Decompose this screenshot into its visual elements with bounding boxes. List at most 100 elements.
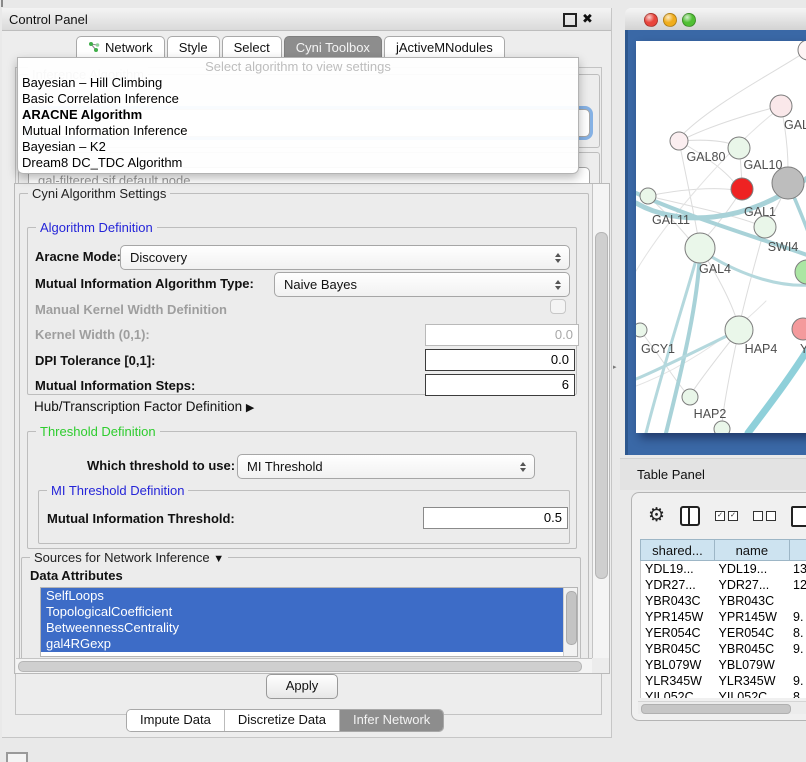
algorithm-option[interactable]: Bayesian – K2 bbox=[18, 139, 578, 155]
settings-vertical-scrollbar[interactable] bbox=[592, 184, 609, 658]
node-label: Y bbox=[800, 342, 806, 356]
algorithm-option[interactable]: Mutual Information Inference bbox=[18, 123, 578, 139]
apply-button[interactable]: Apply bbox=[266, 674, 338, 699]
table-cell: YIL052C bbox=[641, 689, 715, 698]
tab-select[interactable]: Select bbox=[222, 36, 282, 57]
list-scrollbar[interactable] bbox=[563, 588, 577, 656]
table-row[interactable]: YDR27...YDR27...12 bbox=[641, 577, 806, 593]
settings-horizontal-scrollbar-thumb[interactable] bbox=[18, 661, 582, 672]
close-traffic-light-icon[interactable] bbox=[644, 13, 658, 27]
mi-threshold-group: MI Threshold Definition Mutual Informati… bbox=[38, 490, 570, 544]
network-node-gal4[interactable] bbox=[685, 233, 715, 263]
network-node[interactable] bbox=[714, 421, 730, 433]
table-row[interactable]: YBR043CYBR043C bbox=[641, 593, 806, 609]
data-attribute-item[interactable]: TopologicalCoefficient bbox=[41, 604, 563, 620]
split-columns-icon[interactable] bbox=[680, 506, 700, 526]
list-scrollbar-thumb[interactable] bbox=[566, 591, 577, 645]
node-label: GAL4 bbox=[699, 262, 731, 276]
data-attribute-item[interactable]: BetweennessCentrality bbox=[41, 620, 563, 636]
table-cell: YDR27... bbox=[641, 577, 715, 593]
mi-threshold-input[interactable]: 0.5 bbox=[423, 507, 568, 529]
tab-style[interactable]: Style bbox=[167, 36, 220, 57]
tab-network[interactable]: Network bbox=[76, 36, 165, 57]
mi-algorithm-type-combobox[interactable]: Naive Bayes bbox=[274, 272, 570, 297]
network-node[interactable] bbox=[772, 167, 804, 199]
tab-discretize-data[interactable]: Discretize Data bbox=[225, 710, 340, 731]
mi-steps-input[interactable]: 6 bbox=[425, 374, 575, 396]
network-node[interactable] bbox=[795, 260, 806, 284]
table-row[interactable]: YIL052CYIL052C8 bbox=[641, 689, 806, 698]
table-row[interactable]: YPR145WYPR145W9. bbox=[641, 609, 806, 625]
document-icon[interactable] bbox=[791, 506, 806, 527]
tab-impute-data[interactable]: Impute Data bbox=[127, 710, 225, 731]
network-node-gal80[interactable] bbox=[670, 132, 688, 150]
network-node-gal1[interactable] bbox=[731, 178, 753, 200]
algorithm-definition-group: Algorithm Definition Aracne Mode: Discov… bbox=[27, 227, 577, 395]
window-title: Control Panel bbox=[9, 12, 88, 27]
panel-splitter-handle[interactable]: ▸ bbox=[613, 363, 617, 371]
table-row[interactable]: YBL079WYBL079W bbox=[641, 657, 806, 673]
sources-group-title[interactable]: Sources for Network Inference ▼ bbox=[30, 550, 228, 565]
table-cell: YDL19... bbox=[715, 561, 789, 577]
tab-infer-network[interactable]: Infer Network bbox=[340, 710, 443, 731]
gear-icon[interactable]: ⚙ bbox=[648, 506, 665, 526]
network-node-hap2[interactable] bbox=[682, 389, 698, 405]
aracne-mode-combobox[interactable]: Discovery bbox=[120, 245, 570, 270]
table-cell: YPR145W bbox=[715, 609, 789, 625]
which-threshold-label: Which threshold to use: bbox=[87, 458, 235, 473]
algorithm-option[interactable]: Bayesian – Hill Climbing bbox=[18, 75, 578, 91]
settings-vertical-scrollbar-thumb[interactable] bbox=[595, 232, 608, 579]
tab-cyni-toolbox[interactable]: Cyni Toolbox bbox=[284, 36, 382, 57]
minimized-panel-icon[interactable] bbox=[6, 752, 28, 762]
tab-jactivemnodules[interactable]: jActiveMNodules bbox=[384, 36, 505, 57]
table-cell: YLR345W bbox=[641, 673, 715, 689]
algorithm-option[interactable]: ARACNE Algorithm bbox=[18, 107, 578, 123]
column-header-A[interactable]: A bbox=[790, 539, 806, 561]
table-row[interactable]: YBR045CYBR045C9. bbox=[641, 641, 806, 657]
table-cell bbox=[789, 593, 806, 609]
algorithm-option[interactable]: Dream8 DC_TDC Algorithm bbox=[18, 155, 578, 171]
hub-definition-toggle[interactable]: Hub/Transcription Factor Definition ▶ bbox=[34, 399, 254, 414]
network-node-gal[interactable] bbox=[770, 95, 792, 117]
network-node-gal11[interactable] bbox=[640, 188, 656, 204]
data-attribute-item[interactable]: gal4RGexp bbox=[41, 636, 563, 652]
network-node[interactable] bbox=[798, 41, 806, 60]
data-attributes-list[interactable]: SelfLoopsTopologicalCoefficientBetweenne… bbox=[40, 587, 578, 657]
algorithm-option[interactable]: Basic Correlation Inference bbox=[18, 91, 578, 107]
threshold-definition-group: Threshold Definition Which threshold to … bbox=[27, 431, 577, 549]
zoom-traffic-light-icon[interactable] bbox=[682, 13, 696, 27]
tab-label: jActiveMNodules bbox=[396, 40, 493, 55]
network-view-window: GALGAL80GAL10GAL1GAL11SWI4GAL4GCY1HAP4YH… bbox=[625, 8, 806, 455]
combo-arrows-icon bbox=[515, 462, 531, 472]
table-horizontal-scrollbar-thumb[interactable] bbox=[641, 704, 791, 714]
settings-horizontal-scrollbar[interactable] bbox=[16, 658, 592, 673]
column-header-shared...[interactable]: shared... bbox=[640, 539, 715, 561]
column-header-name[interactable]: name bbox=[715, 539, 790, 561]
table-row[interactable]: YLR345WYLR345W9. bbox=[641, 673, 806, 689]
select-all-icon[interactable]: ✓✓ bbox=[715, 511, 738, 521]
table-row[interactable]: YDL19...YDL19...13 bbox=[641, 561, 806, 577]
node-table: shared...nameA YDL19...YDL19...13YDR27..… bbox=[640, 539, 806, 698]
float-window-icon[interactable] bbox=[563, 13, 577, 27]
network-node-gal10[interactable] bbox=[728, 137, 750, 159]
table-cell: YIL052C bbox=[715, 689, 789, 698]
network-node-swi4[interactable] bbox=[754, 216, 776, 238]
collapse-down-icon: ▼ bbox=[213, 553, 224, 565]
dpi-tolerance-input[interactable]: 0.0 bbox=[425, 349, 575, 371]
data-attribute-item[interactable]: SelfLoops bbox=[41, 588, 563, 604]
node-label: GAL80 bbox=[687, 150, 726, 164]
mi-threshold-group-title: MI Threshold Definition bbox=[47, 483, 188, 498]
table-horizontal-scrollbar[interactable] bbox=[638, 701, 806, 714]
network-canvas[interactable]: GALGAL80GAL10GAL1GAL11SWI4GAL4GCY1HAP4YH… bbox=[636, 41, 806, 433]
close-icon[interactable]: ✖ bbox=[582, 11, 593, 27]
tab-label: Cyni Toolbox bbox=[296, 40, 370, 55]
algorithm-placeholder-option[interactable]: Select algorithm to view settings bbox=[18, 58, 578, 75]
minimize-traffic-light-icon[interactable] bbox=[663, 13, 677, 27]
network-node-hap4[interactable] bbox=[725, 316, 753, 344]
table-row[interactable]: YER054CYER054C8. bbox=[641, 625, 806, 641]
network-node-gcy1[interactable] bbox=[636, 323, 647, 337]
kernel-width-input: 0.0 bbox=[425, 324, 579, 346]
network-node-y[interactable] bbox=[792, 318, 806, 340]
deselect-all-icon[interactable] bbox=[753, 511, 776, 521]
which-threshold-combobox[interactable]: MI Threshold bbox=[237, 454, 535, 479]
